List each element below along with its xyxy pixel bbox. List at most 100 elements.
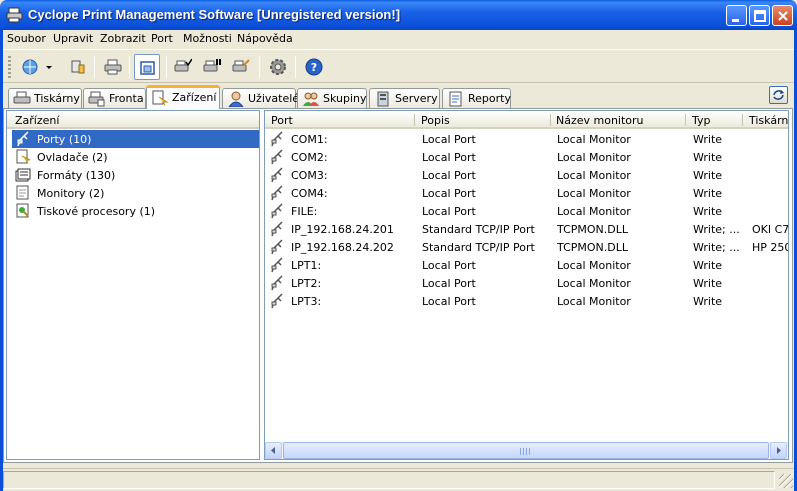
menu-soubor[interactable]: Soubor	[7, 32, 46, 45]
queue-icon	[88, 91, 105, 107]
table-cell: Write	[693, 295, 723, 308]
table-cell: Local Monitor	[557, 133, 631, 146]
table-row[interactable]: FILE: Local Port Local Monitor Write	[265, 202, 788, 220]
toolbar-separator	[94, 56, 95, 78]
column-divider[interactable]	[742, 114, 743, 126]
tree-header[interactable]: Zařízení	[7, 111, 259, 129]
tab-zarizeni[interactable]: Zařízení	[146, 85, 220, 109]
menu-napoveda[interactable]: Nápověda	[237, 32, 293, 45]
menu-bar: Soubor Upravit Zobrazit Port Možnosti Ná…	[0, 30, 797, 49]
column-header-nazev-monitoru[interactable]: Název monitoru	[556, 114, 644, 127]
network-dropdown-button[interactable]	[18, 54, 54, 80]
tab-servery[interactable]: Servery	[369, 88, 440, 108]
port-icon	[271, 203, 283, 219]
table-row[interactable]: COM1: Local Port Local Monitor Write	[265, 130, 788, 148]
port-icon	[271, 185, 283, 201]
device-icon	[152, 90, 169, 106]
tab-tiskarny[interactable]: Tiskárny	[8, 88, 82, 108]
printer-app-icon	[6, 7, 23, 23]
toolbar-grip[interactable]	[8, 56, 11, 78]
column-header-popis[interactable]: Popis	[421, 114, 450, 127]
menu-upravit[interactable]: Upravit	[53, 32, 93, 45]
table-cell: Local Port	[422, 187, 476, 200]
group-icon	[303, 92, 319, 106]
table-cell: FILE:	[291, 205, 318, 218]
refresh-button[interactable]	[769, 86, 788, 104]
table-row[interactable]: LPT1: Local Port Local Monitor Write	[265, 256, 788, 274]
add-port-button[interactable]	[64, 54, 90, 80]
table-cell: Write	[693, 187, 723, 200]
table-row[interactable]: LPT2: Local Port Local Monitor Write	[265, 274, 788, 292]
tab-reporty[interactable]: Reporty	[442, 88, 511, 108]
title-bar[interactable]: Cyclope Print Management Software [Unreg…	[0, 0, 797, 30]
tab-fronta[interactable]: Fronta	[83, 88, 146, 108]
table-cell: Local Monitor	[557, 205, 631, 218]
scroll-left-button[interactable]	[265, 442, 282, 459]
close-button[interactable]	[772, 5, 793, 26]
table-row[interactable]: COM4: Local Port Local Monitor Write	[265, 184, 788, 202]
arrow-left-icon	[271, 447, 275, 454]
table-row[interactable]: IP_192.168.24.202 Standard TCP/IP Port TCP…	[265, 238, 788, 256]
port-icon	[271, 149, 283, 165]
table-cell: Local Port	[422, 133, 476, 146]
scroll-right-button[interactable]	[770, 442, 787, 459]
scroll-thumb[interactable]	[283, 442, 769, 459]
help-icon: ?	[305, 58, 323, 76]
view-toggle-button[interactable]	[134, 54, 160, 80]
svg-text:?: ?	[311, 61, 317, 74]
table-row[interactable]: COM2: Local Port Local Monitor Write	[265, 148, 788, 166]
maximize-icon	[754, 10, 766, 22]
tree-item-tiskove-procesory[interactable]: Tiskové procesory (1)	[12, 202, 259, 220]
table-row[interactable]: COM3: Local Port Local Monitor Write	[265, 166, 788, 184]
resume-printer-button[interactable]	[170, 54, 196, 80]
table-cell: LPT1:	[291, 259, 322, 272]
report-icon	[449, 91, 462, 107]
column-header-port[interactable]: Port	[271, 114, 293, 127]
menu-moznosti[interactable]: Možnosti	[183, 32, 232, 45]
table-cell: Local Port	[422, 169, 476, 182]
pause-printer-button[interactable]	[199, 54, 225, 80]
printer-properties-button[interactable]	[228, 54, 254, 80]
table-cell: Write	[693, 259, 723, 272]
user-icon	[228, 91, 244, 107]
column-header-tiskarna[interactable]: Tiskárn	[749, 114, 788, 127]
menu-port[interactable]: Port	[151, 32, 173, 45]
maximize-button[interactable]	[749, 5, 770, 26]
table-cell: Local Monitor	[557, 295, 631, 308]
port-icon	[271, 239, 283, 255]
printer-icon	[104, 59, 122, 75]
minimize-button[interactable]	[726, 5, 747, 26]
tree-item-monitory[interactable]: Monitory (2)	[12, 184, 259, 202]
table-cell: Standard TCP/IP Port	[422, 241, 535, 254]
window-view-icon	[140, 61, 155, 75]
table-cell: OKI C7	[752, 223, 789, 236]
port-icon	[271, 257, 283, 273]
column-divider[interactable]	[414, 114, 415, 126]
table-row[interactable]: IP_192.168.24.201 Standard TCP/IP Port TCP…	[265, 220, 788, 238]
table-row[interactable]: LPT3: Local Port Local Monitor Write	[265, 292, 788, 310]
print-button[interactable]	[100, 54, 126, 80]
table-cell: Local Monitor	[557, 277, 631, 290]
tree-item-formaty[interactable]: Formáty (130)	[12, 166, 259, 184]
column-divider[interactable]	[550, 114, 551, 126]
table-cell: COM3:	[291, 169, 328, 182]
toolbar-separator	[166, 56, 167, 78]
resize-grip[interactable]	[779, 474, 793, 488]
tree-item-porty[interactable]: Porty (10)	[12, 130, 259, 148]
monitor-icon	[16, 185, 29, 200]
window-title: Cyclope Print Management Software [Unreg…	[28, 7, 401, 22]
menu-zobrazit[interactable]: Zobrazit	[100, 32, 146, 45]
settings-button[interactable]	[265, 54, 291, 80]
port-icon	[271, 293, 283, 309]
table-cell: HP 250	[752, 241, 789, 254]
horizontal-scrollbar[interactable]	[265, 442, 788, 459]
table-cell: Local Monitor	[557, 151, 631, 164]
column-divider[interactable]	[685, 114, 686, 126]
tree-item-ovladace[interactable]: Ovladače (2)	[12, 148, 259, 166]
tab-skupiny[interactable]: Skupiny	[297, 88, 367, 108]
column-header-typ[interactable]: Typ	[692, 114, 711, 127]
table-cell: Local Port	[422, 295, 476, 308]
tab-uzivatele[interactable]: Uživatelé	[222, 88, 299, 108]
help-button[interactable]: ?	[301, 54, 327, 80]
port-icon	[271, 221, 283, 237]
